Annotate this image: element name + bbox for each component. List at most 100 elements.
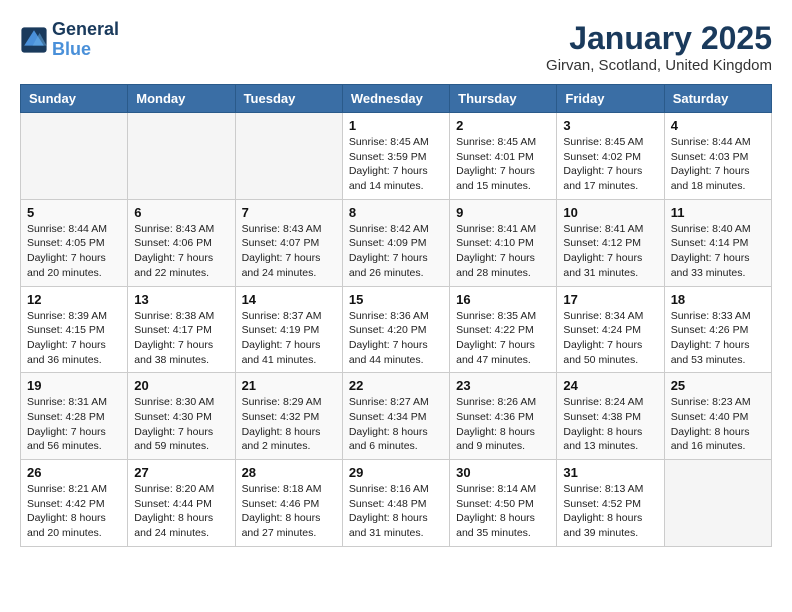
calendar-cell: 2 Sunrise: 8:45 AM Sunset: 4:01 PM Daylig… xyxy=(450,113,557,200)
day-info: Sunrise: 8:31 AM Sunset: 4:28 PM Dayligh… xyxy=(27,395,121,454)
day-info: Sunrise: 8:30 AM Sunset: 4:30 PM Dayligh… xyxy=(134,395,228,454)
calendar-cell xyxy=(664,460,771,547)
day-number: 26 xyxy=(27,465,121,480)
day-info: Sunrise: 8:41 AM Sunset: 4:12 PM Dayligh… xyxy=(563,222,657,281)
calendar-cell xyxy=(128,113,235,200)
day-number: 2 xyxy=(456,118,550,133)
day-number: 21 xyxy=(242,378,336,393)
day-info: Sunrise: 8:14 AM Sunset: 4:50 PM Dayligh… xyxy=(456,482,550,541)
calendar-week-4: 19 Sunrise: 8:31 AM Sunset: 4:28 PM Dayli… xyxy=(21,373,772,460)
day-number: 4 xyxy=(671,118,765,133)
day-info: Sunrise: 8:41 AM Sunset: 4:10 PM Dayligh… xyxy=(456,222,550,281)
day-info: Sunrise: 8:29 AM Sunset: 4:32 PM Dayligh… xyxy=(242,395,336,454)
day-info: Sunrise: 8:27 AM Sunset: 4:34 PM Dayligh… xyxy=(349,395,443,454)
weekday-header-thursday: Thursday xyxy=(450,85,557,113)
calendar-cell: 15 Sunrise: 8:36 AM Sunset: 4:20 PM Dayli… xyxy=(342,286,449,373)
day-number: 12 xyxy=(27,292,121,307)
day-number: 1 xyxy=(349,118,443,133)
day-info: Sunrise: 8:37 AM Sunset: 4:19 PM Dayligh… xyxy=(242,309,336,368)
day-number: 29 xyxy=(349,465,443,480)
calendar-cell: 21 Sunrise: 8:29 AM Sunset: 4:32 PM Dayli… xyxy=(235,373,342,460)
calendar-cell: 23Sunrise: 8:26 AM Sunset: 4:36 PM Dayli… xyxy=(450,373,557,460)
calendar-week-1: 1 Sunrise: 8:45 AM Sunset: 3:59 PM Daylig… xyxy=(21,113,772,200)
day-number: 7 xyxy=(242,205,336,220)
weekday-header-row: SundayMondayTuesdayWednesdayThursdayFrid… xyxy=(21,85,772,113)
weekday-header-tuesday: Tuesday xyxy=(235,85,342,113)
calendar-cell: 5Sunrise: 8:44 AM Sunset: 4:05 PM Daylig… xyxy=(21,199,128,286)
day-number: 22 xyxy=(349,378,443,393)
day-info: Sunrise: 8:45 AM Sunset: 4:01 PM Dayligh… xyxy=(456,135,550,194)
calendar-week-3: 12 Sunrise: 8:39 AM Sunset: 4:15 PM Dayli… xyxy=(21,286,772,373)
calendar-cell: 3 Sunrise: 8:45 AM Sunset: 4:02 PM Daylig… xyxy=(557,113,664,200)
day-info: Sunrise: 8:40 AM Sunset: 4:14 PM Dayligh… xyxy=(671,222,765,281)
page-header: General Blue January 2025 Girvan, Scotla… xyxy=(20,20,772,74)
day-info: Sunrise: 8:36 AM Sunset: 4:20 PM Dayligh… xyxy=(349,309,443,368)
day-number: 3 xyxy=(563,118,657,133)
day-info: Sunrise: 8:13 AM Sunset: 4:52 PM Dayligh… xyxy=(563,482,657,541)
calendar-table: SundayMondayTuesdayWednesdayThursdayFrid… xyxy=(20,84,772,547)
day-number: 28 xyxy=(242,465,336,480)
day-number: 13 xyxy=(134,292,228,307)
calendar-cell: 9 Sunrise: 8:41 AM Sunset: 4:10 PM Daylig… xyxy=(450,199,557,286)
calendar-cell: 25Sunrise: 8:23 AM Sunset: 4:40 PM Dayli… xyxy=(664,373,771,460)
calendar-cell: 19 Sunrise: 8:31 AM Sunset: 4:28 PM Dayli… xyxy=(21,373,128,460)
calendar-cell: 10Sunrise: 8:41 AM Sunset: 4:12 PM Dayli… xyxy=(557,199,664,286)
day-info: Sunrise: 8:33 AM Sunset: 4:26 PM Dayligh… xyxy=(671,309,765,368)
calendar-cell: 11 Sunrise: 8:40 AM Sunset: 4:14 PM Dayli… xyxy=(664,199,771,286)
day-number: 11 xyxy=(671,205,765,220)
weekday-header-saturday: Saturday xyxy=(664,85,771,113)
day-number: 18 xyxy=(671,292,765,307)
calendar-cell: 30 Sunrise: 8:14 AM Sunset: 4:50 PM Dayli… xyxy=(450,460,557,547)
day-info: Sunrise: 8:21 AM Sunset: 4:42 PM Dayligh… xyxy=(27,482,121,541)
logo-line2: Blue xyxy=(52,39,91,59)
calendar-cell: 24Sunrise: 8:24 AM Sunset: 4:38 PM Dayli… xyxy=(557,373,664,460)
day-info: Sunrise: 8:44 AM Sunset: 4:03 PM Dayligh… xyxy=(671,135,765,194)
day-info: Sunrise: 8:38 AM Sunset: 4:17 PM Dayligh… xyxy=(134,309,228,368)
day-info: Sunrise: 8:45 AM Sunset: 4:02 PM Dayligh… xyxy=(563,135,657,194)
day-number: 20 xyxy=(134,378,228,393)
calendar-cell: 28 Sunrise: 8:18 AM Sunset: 4:46 PM Dayli… xyxy=(235,460,342,547)
calendar-cell xyxy=(21,113,128,200)
title-area: January 2025 Girvan, Scotland, United Ki… xyxy=(546,20,772,74)
calendar-cell: 14Sunrise: 8:37 AM Sunset: 4:19 PM Dayli… xyxy=(235,286,342,373)
day-info: Sunrise: 8:18 AM Sunset: 4:46 PM Dayligh… xyxy=(242,482,336,541)
day-info: Sunrise: 8:43 AM Sunset: 4:07 PM Dayligh… xyxy=(242,222,336,281)
calendar-cell: 7 Sunrise: 8:43 AM Sunset: 4:07 PM Daylig… xyxy=(235,199,342,286)
day-number: 19 xyxy=(27,378,121,393)
logo: General Blue xyxy=(20,20,119,60)
location-subtitle: Girvan, Scotland, United Kingdom xyxy=(546,57,772,74)
calendar-cell: 6Sunrise: 8:43 AM Sunset: 4:06 PM Daylig… xyxy=(128,199,235,286)
day-number: 9 xyxy=(456,205,550,220)
day-info: Sunrise: 8:42 AM Sunset: 4:09 PM Dayligh… xyxy=(349,222,443,281)
day-info: Sunrise: 8:34 AM Sunset: 4:24 PM Dayligh… xyxy=(563,309,657,368)
logo-text: General Blue xyxy=(52,20,119,60)
day-info: Sunrise: 8:45 AM Sunset: 3:59 PM Dayligh… xyxy=(349,135,443,194)
calendar-cell: 1 Sunrise: 8:45 AM Sunset: 3:59 PM Daylig… xyxy=(342,113,449,200)
calendar-cell: 31 Sunrise: 8:13 AM Sunset: 4:52 PM Dayli… xyxy=(557,460,664,547)
day-info: Sunrise: 8:24 AM Sunset: 4:38 PM Dayligh… xyxy=(563,395,657,454)
day-info: Sunrise: 8:16 AM Sunset: 4:48 PM Dayligh… xyxy=(349,482,443,541)
calendar-cell: 26 Sunrise: 8:21 AM Sunset: 4:42 PM Dayli… xyxy=(21,460,128,547)
logo-icon xyxy=(20,26,48,54)
day-number: 15 xyxy=(349,292,443,307)
calendar-cell: 13 Sunrise: 8:38 AM Sunset: 4:17 PM Dayli… xyxy=(128,286,235,373)
day-number: 23 xyxy=(456,378,550,393)
day-number: 16 xyxy=(456,292,550,307)
day-info: Sunrise: 8:44 AM Sunset: 4:05 PM Dayligh… xyxy=(27,222,121,281)
calendar-cell: 8Sunrise: 8:42 AM Sunset: 4:09 PM Daylig… xyxy=(342,199,449,286)
day-number: 30 xyxy=(456,465,550,480)
calendar-cell: 17 Sunrise: 8:34 AM Sunset: 4:24 PM Dayli… xyxy=(557,286,664,373)
day-number: 17 xyxy=(563,292,657,307)
day-number: 6 xyxy=(134,205,228,220)
calendar-cell: 29 Sunrise: 8:16 AM Sunset: 4:48 PM Dayli… xyxy=(342,460,449,547)
weekday-header-sunday: Sunday xyxy=(21,85,128,113)
day-number: 31 xyxy=(563,465,657,480)
day-info: Sunrise: 8:39 AM Sunset: 4:15 PM Dayligh… xyxy=(27,309,121,368)
calendar-cell: 20 Sunrise: 8:30 AM Sunset: 4:30 PM Dayli… xyxy=(128,373,235,460)
day-info: Sunrise: 8:20 AM Sunset: 4:44 PM Dayligh… xyxy=(134,482,228,541)
calendar-cell: 27Sunrise: 8:20 AM Sunset: 4:44 PM Dayli… xyxy=(128,460,235,547)
logo-line1: General xyxy=(52,20,119,40)
calendar-cell: 22 Sunrise: 8:27 AM Sunset: 4:34 PM Dayli… xyxy=(342,373,449,460)
day-info: Sunrise: 8:23 AM Sunset: 4:40 PM Dayligh… xyxy=(671,395,765,454)
calendar-cell: 12 Sunrise: 8:39 AM Sunset: 4:15 PM Dayli… xyxy=(21,286,128,373)
